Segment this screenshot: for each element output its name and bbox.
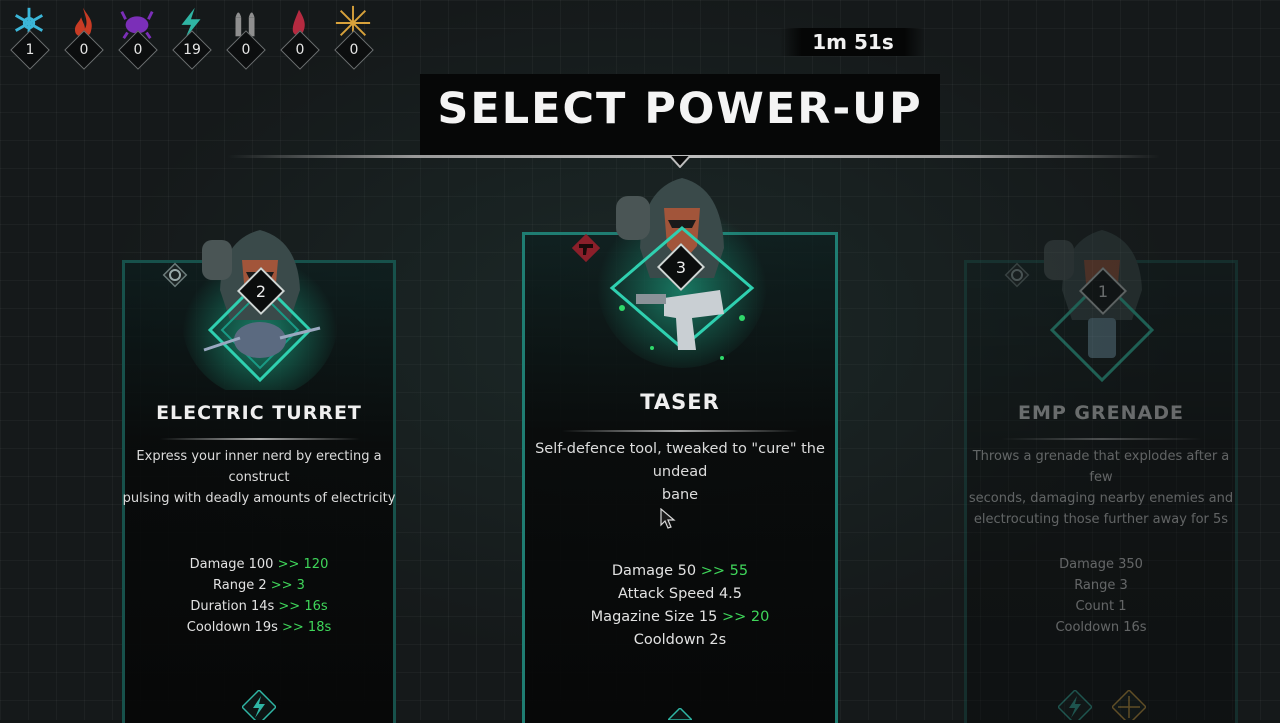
resource-poison: 0 — [114, 0, 162, 70]
resource-ice: 1 — [6, 0, 54, 70]
resource-bullet: 0 — [222, 0, 270, 70]
powerup-card-emp-grenade[interactable]: 1 EMP GRENADE Throws a grenade that expl… — [962, 190, 1240, 723]
description-line: pulsing with deadly amounts of electrici… — [122, 491, 396, 506]
lightning-icon — [1058, 690, 1092, 720]
powerup-card-taser[interactable]: 3 TASER Self-defence tool, tweaked to "c… — [522, 168, 838, 723]
card-divider — [1002, 438, 1202, 440]
resource-lightning: 19 — [168, 0, 216, 70]
description-line: seconds, damaging nearby enemies and — [968, 491, 1234, 506]
lightning-icon — [242, 690, 276, 720]
card-divider — [562, 430, 798, 432]
card-stats: Damage 50 >> 55 Attack Speed 4.5 Magazin… — [522, 560, 838, 652]
stat-row: Cooldown 2s — [633, 632, 727, 648]
gear-icon — [1004, 262, 1030, 288]
resource-spark: 0 — [330, 0, 378, 70]
card-description: Self-defence tool, tweaked to "cure" the… — [522, 438, 838, 507]
powerup-card-electric-turret[interactable]: 2 ELECTRIC TURRET Express your inner ner… — [120, 190, 398, 723]
description-line: Express your inner nerd by erecting a co… — [136, 449, 382, 485]
card-description: Express your inner nerd by erecting a co… — [120, 446, 398, 509]
title-divider — [228, 155, 1160, 158]
description-line: bane — [661, 487, 699, 503]
card-title: EMP GRENADE — [1018, 402, 1184, 424]
stat-row: Damage 350 — [1059, 557, 1143, 572]
stat-row: Damage 50 >> 55 — [611, 563, 749, 579]
resource-bar: 1 0 0 19 0 0 0 — [6, 0, 378, 70]
stat-row: Cooldown 19s >> 18s — [186, 620, 332, 635]
card-title: TASER — [640, 390, 720, 414]
stat-row: Damage 100 >> 120 — [189, 557, 329, 572]
description-line: Self-defence tool, tweaked to "cure" the… — [535, 441, 825, 480]
card-title: ELECTRIC TURRET — [156, 402, 362, 424]
description-line: electrocuting those further away for 5s — [973, 512, 1229, 527]
gear-icon — [162, 262, 188, 288]
pistol-category-icon — [571, 233, 601, 263]
mouse-cursor-icon — [660, 508, 676, 529]
card-divider — [160, 438, 360, 440]
card-stats: Damage 100 >> 120 Range 2 >> 3 Duration … — [120, 554, 398, 638]
stat-row: Magazine Size 15 >> 20 — [590, 609, 770, 625]
resource-fire: 0 — [60, 0, 108, 70]
lightning-icon — [668, 708, 692, 720]
stat-row: Range 3 — [1074, 578, 1128, 593]
stat-row: Cooldown 16s — [1055, 620, 1147, 635]
resource-blood: 0 — [276, 0, 324, 70]
stat-row: Attack Speed 4.5 — [617, 586, 743, 602]
spark-star-icon — [1112, 690, 1146, 720]
stat-row: Count 1 — [1075, 599, 1127, 614]
description-line: Throws a grenade that explodes after a f… — [972, 449, 1230, 485]
round-timer: 1m 51s — [780, 28, 926, 56]
title-notch — [670, 156, 690, 168]
card-stats: Damage 350 Range 3 Count 1 Cooldown 16s — [962, 554, 1240, 638]
stat-row: Duration 14s >> 16s — [190, 599, 328, 614]
card-description: Throws a grenade that explodes after a f… — [962, 446, 1240, 530]
page-title: SELECT POWER-UP — [437, 84, 923, 134]
stat-row: Range 2 >> 3 — [213, 578, 305, 593]
